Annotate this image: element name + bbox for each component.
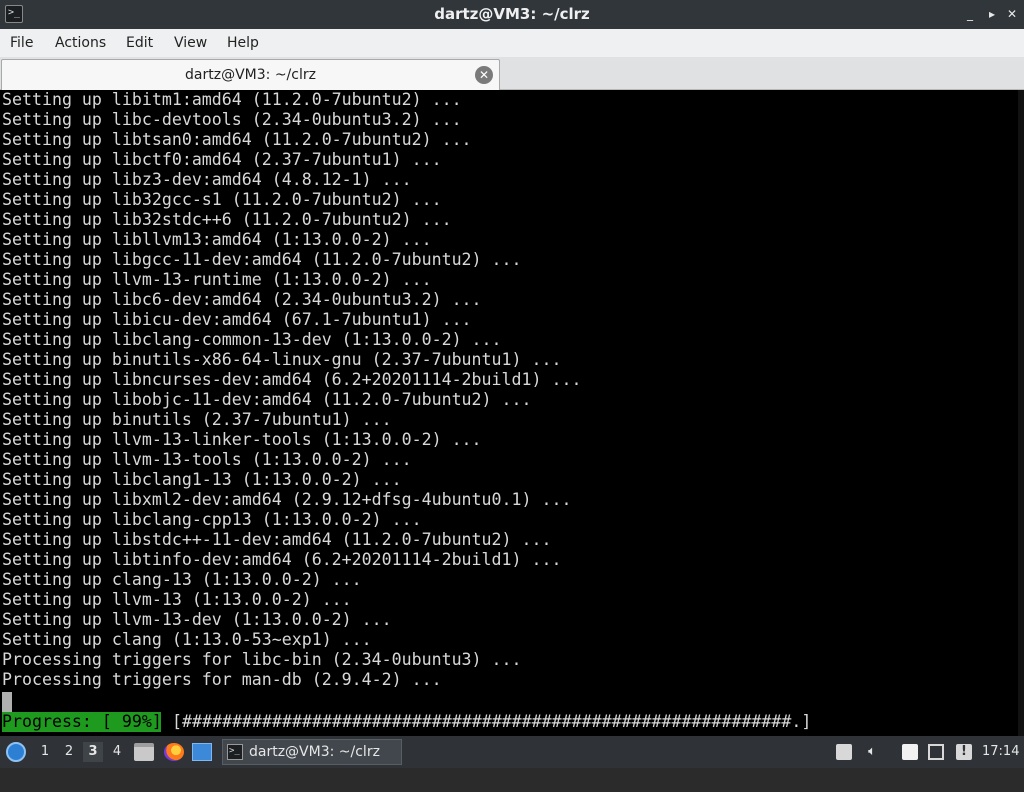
maximize-button[interactable]: ▸: [982, 4, 1002, 24]
terminal-line: Processing triggers for libc-bin (2.34-0…: [2, 650, 522, 669]
terminal-line: Setting up libtinfo-dev:amd64 (6.2+20201…: [2, 550, 562, 569]
terminal-line: Setting up libz3-dev:amd64 (4.8.12-1) ..…: [2, 170, 412, 189]
menu-view[interactable]: View: [174, 29, 207, 57]
desktop-4-button[interactable]: 4: [107, 742, 127, 762]
terminal-line: Setting up libllvm13:amd64 (1:13.0.0-2) …: [2, 230, 432, 249]
terminal-scrollbar[interactable]: [1018, 90, 1024, 736]
terminal-line: Processing triggers for man-db (2.9.4-2)…: [2, 670, 442, 689]
window-title: dartz@VM3: ~/clrz: [434, 5, 590, 23]
terminal-line: Setting up binutils (2.37-7ubuntu1) ...: [2, 410, 392, 429]
menu-bar: File Actions Edit View Help: [0, 29, 1024, 57]
lxqt-start-icon[interactable]: [6, 742, 26, 762]
text-cursor: [2, 692, 12, 712]
terminal-line: Setting up libgcc-11-dev:amd64 (11.2.0-7…: [2, 250, 522, 269]
firefox-icon[interactable]: [164, 743, 184, 761]
progress-label: Progress: [ 99%]: [2, 712, 162, 732]
terminal-line: Setting up binutils-x86-64-linux-gnu (2.…: [2, 350, 562, 369]
menu-file[interactable]: File: [10, 29, 33, 57]
terminal-line: Setting up libitm1:amd64 (11.2.0-7ubuntu…: [2, 90, 462, 109]
tab-bar: dartz@VM3: ~/clrz ✕: [0, 57, 1024, 90]
volume-icon[interactable]: 🔈︎: [864, 744, 880, 760]
network-icon[interactable]: [928, 744, 944, 760]
show-desktop-icon[interactable]: [192, 743, 212, 761]
terminal-output[interactable]: Setting up libitm1:amd64 (11.2.0-7ubuntu…: [0, 90, 1024, 736]
terminal-line: Setting up libstdc++-11-dev:amd64 (11.2.…: [2, 530, 552, 549]
terminal-line: Setting up libicu-dev:amd64 (67.1-7ubunt…: [2, 310, 472, 329]
clipboard-icon[interactable]: [902, 744, 918, 760]
tab-label: dartz@VM3: ~/clrz: [185, 67, 316, 83]
keyboard-layout-icon[interactable]: [836, 744, 852, 760]
desktop-2-button[interactable]: 2: [59, 742, 79, 762]
desktop-1-button[interactable]: 1: [35, 742, 55, 762]
terminal-line: Setting up llvm-13-linker-tools (1:13.0.…: [2, 430, 482, 449]
close-button[interactable]: ✕: [1002, 4, 1022, 24]
notification-icon[interactable]: !: [956, 744, 972, 760]
taskbar-window-label: dartz@VM3: ~/clrz: [249, 744, 380, 760]
terminal-icon: >_: [227, 744, 243, 760]
terminal-line: Setting up libobjc-11-dev:amd64 (11.2.0-…: [2, 390, 532, 409]
tab-terminal[interactable]: dartz@VM3: ~/clrz ✕: [1, 59, 500, 90]
menu-actions[interactable]: Actions: [55, 29, 106, 57]
minimize-button[interactable]: _: [960, 4, 980, 24]
terminal-line: Setting up libclang1-13 (1:13.0.0-2) ...: [2, 470, 402, 489]
desktop-3-button[interactable]: 3: [83, 742, 103, 762]
terminal-line: Setting up libxml2-dev:amd64 (2.9.12+dfs…: [2, 490, 572, 509]
menu-help[interactable]: Help: [227, 29, 259, 57]
terminal-line: Setting up llvm-13-dev (1:13.0.0-2) ...: [2, 610, 392, 629]
terminal-line: Setting up libncurses-dev:amd64 (6.2+202…: [2, 370, 582, 389]
clock[interactable]: 17:14: [982, 736, 1019, 768]
terminal-line: Setting up llvm-13 (1:13.0.0-2) ...: [2, 590, 352, 609]
terminal-line: Setting up llvm-13-tools (1:13.0.0-2) ..…: [2, 450, 412, 469]
menu-edit[interactable]: Edit: [126, 29, 153, 57]
taskbar: 1 2 3 4 >_ dartz@VM3: ~/clrz 🔈︎ ! 17:14: [0, 736, 1024, 768]
window-titlebar[interactable]: >_ dartz@VM3: ~/clrz _ ▸ ✕: [0, 0, 1024, 29]
progress-bar: [#######################################…: [172, 712, 812, 731]
terminal-line: Setting up libc6-dev:amd64 (2.34-0ubuntu…: [2, 290, 482, 309]
terminal-line: Setting up libclang-cpp13 (1:13.0.0-2) .…: [2, 510, 422, 529]
tab-close-icon[interactable]: ✕: [475, 66, 493, 84]
progress-row: Progress: [ 99%] [######################…: [0, 712, 811, 732]
file-manager-icon[interactable]: [134, 743, 154, 761]
terminal-line: Setting up libtsan0:amd64 (11.2.0-7ubunt…: [2, 130, 472, 149]
terminal-line: Setting up lib32stdc++6 (11.2.0-7ubuntu2…: [2, 210, 452, 229]
terminal-line: Setting up clang (1:13.0-53~exp1) ...: [2, 630, 372, 649]
terminal-line: Setting up libctf0:amd64 (2.37-7ubuntu1)…: [2, 150, 442, 169]
terminal-line: Setting up libc-devtools (2.34-0ubuntu3.…: [2, 110, 462, 129]
taskbar-window-button[interactable]: >_ dartz@VM3: ~/clrz: [222, 739, 402, 765]
terminal-line: Setting up lib32gcc-s1 (11.2.0-7ubuntu2)…: [2, 190, 442, 209]
terminal-line: Setting up llvm-13-runtime (1:13.0.0-2) …: [2, 270, 432, 289]
terminal-line: Setting up clang-13 (1:13.0.0-2) ...: [2, 570, 362, 589]
terminal-line: Setting up libclang-common-13-dev (1:13.…: [2, 330, 502, 349]
